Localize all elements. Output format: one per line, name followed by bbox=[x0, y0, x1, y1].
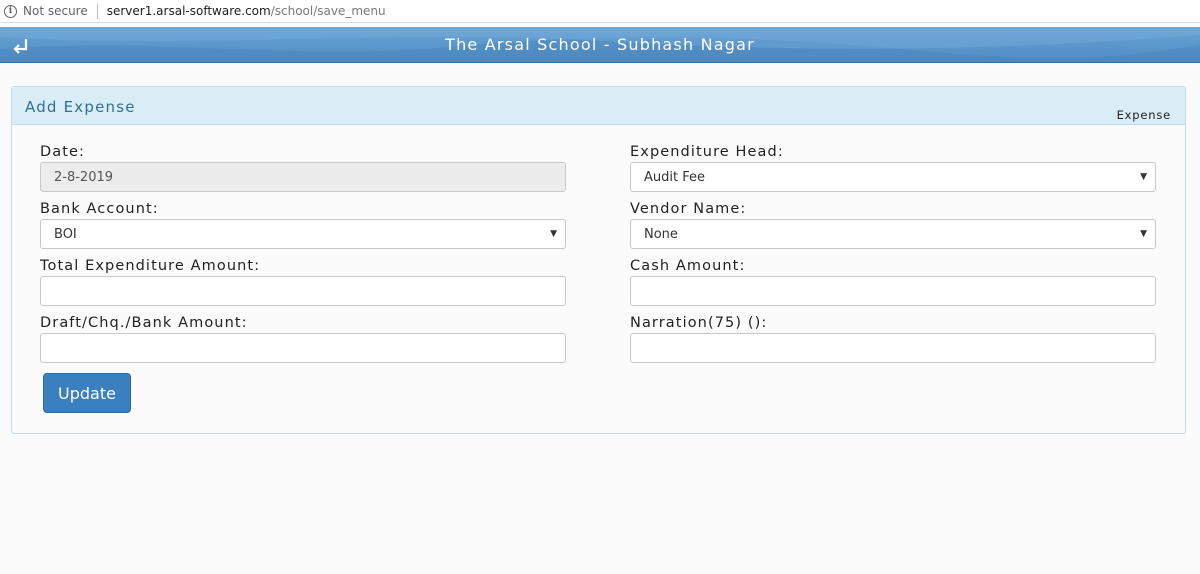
vendor-name-label: Vendor Name: bbox=[630, 201, 747, 217]
panel-title: Add Expense bbox=[25, 98, 136, 116]
cash-amount-input[interactable] bbox=[630, 276, 1156, 306]
vendor-name-value: None bbox=[644, 226, 678, 242]
bank-account-select[interactable]: BOI ▼ bbox=[40, 219, 566, 249]
add-expense-panel: Add Expense Expense Date: 2-8-2019 Bank … bbox=[11, 86, 1186, 434]
total-expenditure-label: Total Expenditure Amount: bbox=[40, 258, 261, 274]
expenditure-head-label: Expenditure Head: bbox=[630, 144, 784, 160]
total-expenditure-input[interactable] bbox=[40, 276, 566, 306]
url-path: /school/save_menu bbox=[270, 4, 386, 18]
vendor-name-select[interactable]: None ▼ bbox=[630, 219, 1156, 249]
dropdown-caret-icon: ▼ bbox=[1140, 172, 1147, 182]
draft-amount-label: Draft/Chq./Bank Amount: bbox=[40, 315, 248, 331]
narration-input[interactable] bbox=[630, 333, 1156, 363]
draft-amount-input[interactable] bbox=[40, 333, 566, 363]
dropdown-caret-icon: ▼ bbox=[1140, 229, 1147, 239]
info-icon[interactable]: i bbox=[4, 4, 17, 18]
url-host: server1.arsal-software.com bbox=[106, 4, 271, 18]
date-value: 2-8-2019 bbox=[54, 169, 114, 185]
cash-amount-label: Cash Amount: bbox=[630, 258, 746, 274]
url-field[interactable]: server1.arsal-software.com/school/save_m… bbox=[107, 4, 386, 18]
bank-account-label: Bank Account: bbox=[40, 201, 159, 217]
browser-address-bar: i Not secure server1.arsal-software.com/… bbox=[0, 0, 1200, 23]
update-button[interactable]: Update bbox=[43, 373, 131, 413]
date-field[interactable]: 2-8-2019 bbox=[40, 162, 566, 192]
dropdown-caret-icon: ▼ bbox=[550, 229, 557, 239]
address-divider bbox=[96, 3, 98, 19]
expenditure-head-select[interactable]: Audit Fee ▼ bbox=[630, 162, 1156, 192]
app-title: The Arsal School - Subhash Nagar bbox=[445, 35, 755, 54]
expenditure-head-value: Audit Fee bbox=[644, 169, 705, 185]
panel-tag: Expense bbox=[1116, 108, 1171, 122]
security-status[interactable]: Not secure bbox=[23, 4, 88, 18]
bank-account-value: BOI bbox=[54, 226, 77, 242]
app-header: The Arsal School - Subhash Nagar bbox=[0, 27, 1200, 63]
date-label: Date: bbox=[40, 144, 86, 160]
panel-heading: Add Expense Expense bbox=[12, 87, 1185, 125]
narration-label: Narration(75) (): bbox=[630, 315, 768, 331]
